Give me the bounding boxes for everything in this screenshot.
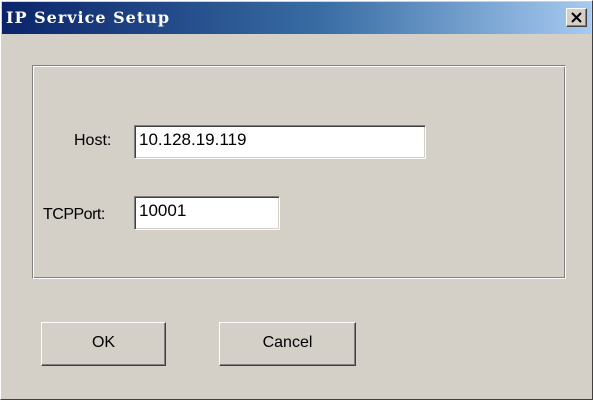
settings-group: Host: 10.128.19.119 TCPPort: 10001 (32, 65, 566, 279)
tcp-port-label: TCPPort: (43, 206, 105, 223)
host-label: Host: (74, 132, 112, 149)
ok-button[interactable]: OK (41, 322, 166, 366)
host-input[interactable]: 10.128.19.119 (134, 125, 426, 159)
window-title: IP Service Setup (6, 8, 171, 27)
close-button[interactable] (566, 8, 587, 27)
close-x-icon (571, 12, 582, 23)
title-bar[interactable]: IP Service Setup (2, 2, 591, 34)
tcp-port-input[interactable]: 10001 (134, 196, 280, 230)
cancel-button[interactable]: Cancel (219, 322, 356, 366)
dialog-window: IP Service Setup Host: 10.128.19.119 TCP… (0, 0, 593, 400)
